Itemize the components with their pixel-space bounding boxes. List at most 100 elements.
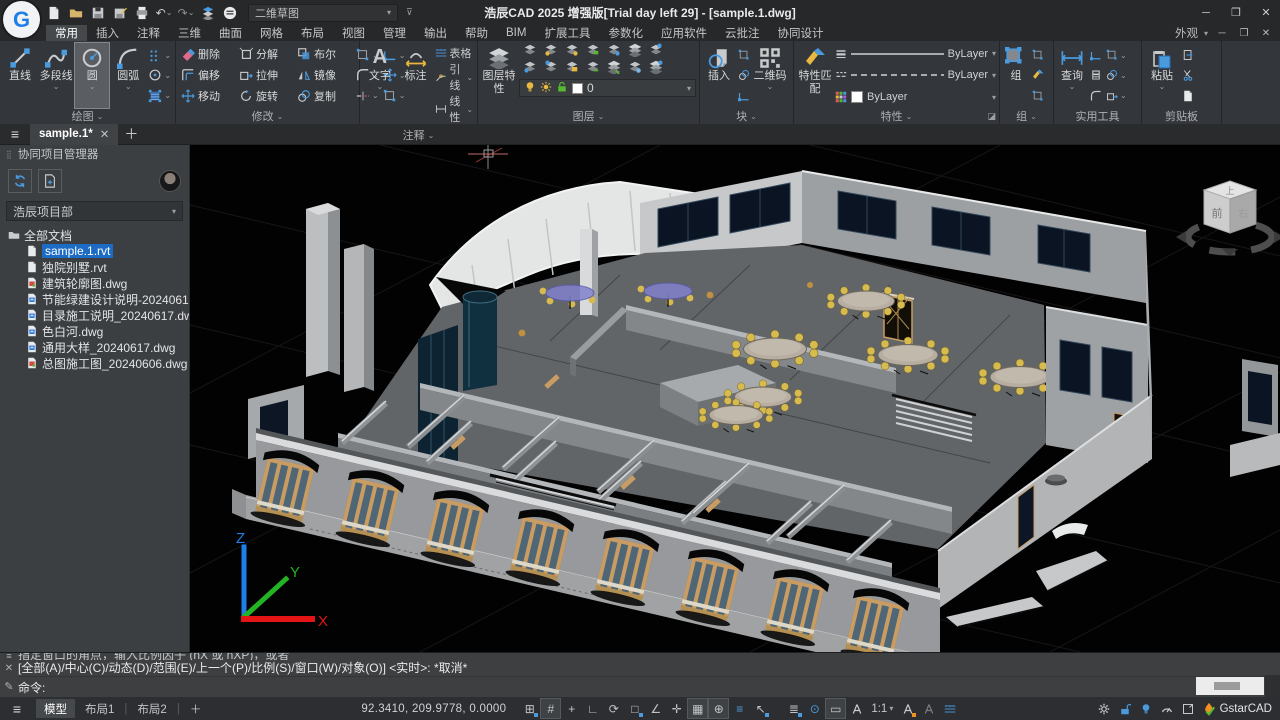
offset-button[interactable]: 偏移 xyxy=(179,67,237,83)
app-logo[interactable]: G xyxy=(3,1,40,38)
selection-cursor-toggle[interactable]: ↖ xyxy=(751,699,770,718)
open-file-icon[interactable] xyxy=(68,5,84,21)
panel-label-utilities[interactable]: 实用工具 xyxy=(1054,108,1141,124)
hatch-display-toggle[interactable]: ▦ xyxy=(688,699,707,718)
toolbar-overflow-icon[interactable]: ⊽ xyxy=(406,7,413,18)
publish-icon[interactable] xyxy=(200,5,216,21)
tab-bim[interactable]: BIM xyxy=(497,25,535,41)
layer-translate-button[interactable] xyxy=(649,60,663,77)
inquiry-button[interactable]: 查询⌄ xyxy=(1057,43,1087,108)
group-edit-button[interactable] xyxy=(1032,69,1044,81)
tab-collaboration[interactable]: 协同设计 xyxy=(768,25,832,41)
color-select[interactable]: ByLayer▾ xyxy=(835,88,996,107)
layer-combo[interactable]: 0 ▾ xyxy=(519,79,696,97)
undo-icon[interactable]: ↶⌄ xyxy=(156,5,172,21)
point-style-button[interactable]: ⌄ xyxy=(148,48,171,62)
dialog-launcher-icon[interactable]: ◪ xyxy=(987,111,996,122)
doc-minimize-button[interactable]: ─ xyxy=(1214,28,1230,39)
boolean-button[interactable]: 布尔 xyxy=(295,46,353,62)
explode-button[interactable]: 分解 xyxy=(237,46,295,62)
tab-view[interactable]: 视图 xyxy=(333,25,374,41)
doc-menu-icon[interactable]: ≡ xyxy=(0,126,30,142)
new-document-tab-button[interactable]: ＋ xyxy=(118,124,144,144)
panel-grip[interactable]: ⣿ xyxy=(6,150,13,159)
settings-gear-icon[interactable] xyxy=(1095,699,1114,718)
scrollbar-thumb[interactable] xyxy=(1214,682,1240,690)
annotation-scale-icon[interactable] xyxy=(847,699,866,718)
grid-snap-toggle[interactable]: + xyxy=(562,699,581,718)
redo-icon[interactable]: ↷⌄ xyxy=(178,5,194,21)
tree-item[interactable]: 独院别墅.rvt xyxy=(0,259,189,275)
document-tab-active[interactable]: sample.1*✕ xyxy=(30,124,118,145)
tree-item[interactable]: 建筑轮廓图.dwg xyxy=(0,275,189,291)
clean-screen-toggle[interactable]: ▭ xyxy=(826,699,845,718)
tab-help[interactable]: 帮助 xyxy=(456,25,497,41)
layer-walk-button[interactable] xyxy=(523,60,537,77)
tree-item[interactable]: 色白河.dwg xyxy=(0,323,189,339)
tree-root-all-documents[interactable]: 全部文档 xyxy=(0,227,189,243)
ortho-toggle[interactable]: ∟ xyxy=(583,699,602,718)
tab-layout[interactable]: 布局 xyxy=(292,25,333,41)
layer-thaw-button[interactable] xyxy=(628,43,642,60)
layer-off-button[interactable] xyxy=(544,43,558,60)
hatch-button[interactable]: ⌄ xyxy=(148,89,171,103)
tab-mesh[interactable]: 网格 xyxy=(251,25,292,41)
layer-prev-button[interactable] xyxy=(565,60,579,77)
tree-item[interactable]: 节能绿建设计说明-20240612.dw xyxy=(0,291,189,307)
model-tab[interactable]: 模型 xyxy=(36,699,75,718)
tree-item[interactable]: 总图施工图_20240606.dwg xyxy=(0,355,189,371)
tab-annotate[interactable]: 注释 xyxy=(128,25,169,41)
fit-view-icon[interactable] xyxy=(1179,699,1198,718)
id-point-button[interactable] xyxy=(1090,90,1102,102)
command-input[interactable]: 命令: xyxy=(18,676,1280,697)
doc-restore-button[interactable]: ❐ xyxy=(1236,28,1252,39)
polyline-button[interactable]: 多段线⌄ xyxy=(39,43,73,108)
stretch-button[interactable]: 拉伸 xyxy=(237,67,295,83)
doc-close-button[interactable]: ✕ xyxy=(1258,28,1274,39)
lock-icon[interactable] xyxy=(556,81,568,96)
object-snap-toggle[interactable]: □ xyxy=(625,699,644,718)
mirror-button[interactable]: 镜像 xyxy=(295,67,353,83)
tab-express[interactable]: 扩展工具 xyxy=(535,25,599,41)
panel-label-properties[interactable]: 特性⌄◪ xyxy=(794,108,999,124)
layer-freeze-button[interactable] xyxy=(607,43,621,60)
close-button[interactable]: ✕ xyxy=(1252,3,1280,23)
calculator-button[interactable] xyxy=(1090,69,1102,81)
ungroup-button[interactable] xyxy=(1032,49,1044,61)
tab-parametric[interactable]: 参数化 xyxy=(599,25,652,41)
insert-block-button[interactable]: 插入 xyxy=(703,43,735,108)
panel-label-draw[interactable]: 绘图⌄ xyxy=(0,108,175,124)
annotation-scale-select[interactable]: 1:1▾ xyxy=(868,703,896,715)
layer-properties-button[interactable]: 图层特性 xyxy=(481,43,517,108)
rotate-button[interactable]: 旋转 xyxy=(237,88,295,104)
appearance-menu[interactable]: 外观 xyxy=(1175,25,1198,41)
tree-item[interactable]: 通用大样_20240617.dwg xyxy=(0,339,189,355)
sun-icon[interactable] xyxy=(540,81,552,96)
circle-button[interactable]: 圆⌄ xyxy=(75,43,109,108)
layer-unisolate-button[interactable] xyxy=(586,43,600,60)
layout1-tab[interactable]: 布局1 xyxy=(77,699,122,718)
tree-item[interactable]: sample.1.rvt xyxy=(0,243,189,259)
view-cube[interactable]: 上 前 右 xyxy=(1176,181,1280,256)
ucs-icon[interactable]: Z Y X xyxy=(236,530,328,630)
properties-table-button[interactable] xyxy=(940,699,959,718)
paste-button[interactable]: 粘贴⌄ xyxy=(1145,43,1179,108)
layer-isolate-button[interactable] xyxy=(565,43,579,60)
panel-label-clipboard[interactable]: 剪贴板 xyxy=(1142,108,1221,124)
point-cloud-button[interactable]: ⌄ xyxy=(1106,69,1127,81)
isolate-objects-toggle[interactable] xyxy=(1137,699,1156,718)
group-button[interactable]: 组 xyxy=(1003,43,1029,108)
comment-icon[interactable] xyxy=(222,5,238,21)
command-cancel-icon[interactable]: ✕ xyxy=(5,660,13,676)
tab-3d[interactable]: 三维 xyxy=(169,25,210,41)
building-model[interactable] xyxy=(232,171,1280,652)
line-button[interactable]: 直线 xyxy=(3,43,37,108)
panel-label-block[interactable]: 块⌄ xyxy=(700,108,793,124)
sync-button[interactable] xyxy=(8,169,32,193)
zoom-tool-button[interactable]: ⊙ xyxy=(805,699,824,718)
command-resize-corner[interactable] xyxy=(1265,675,1280,697)
auto-annotation-toggle[interactable] xyxy=(919,699,938,718)
layout2-tab[interactable]: 布局2 xyxy=(129,699,174,718)
linear-button[interactable]: 线性⌄ xyxy=(435,93,473,125)
command-grip-icon[interactable]: ≡ xyxy=(6,653,11,660)
